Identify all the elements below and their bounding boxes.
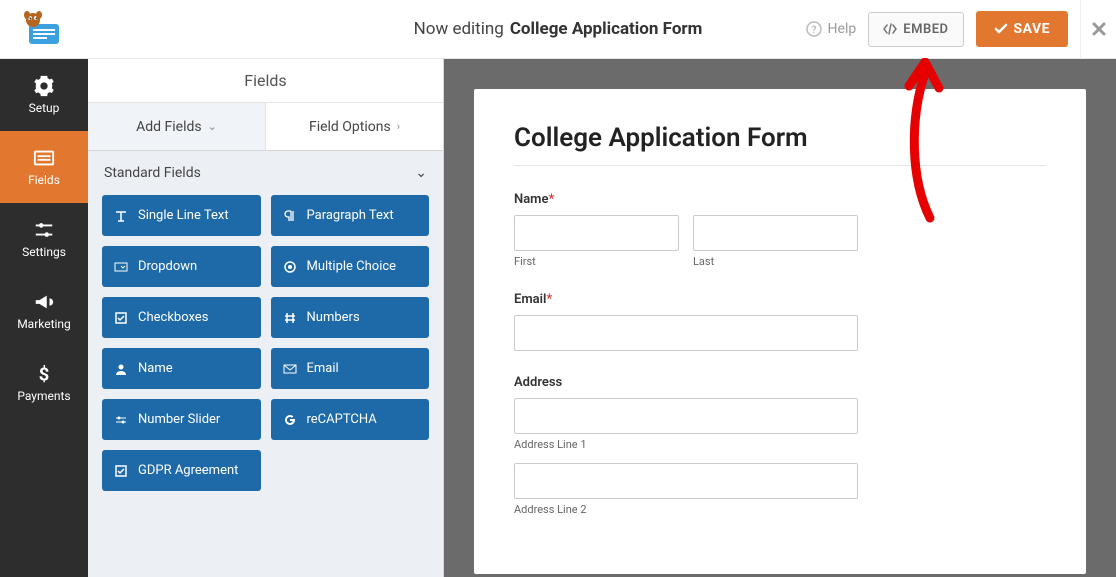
help-icon: ? — [806, 21, 822, 37]
addr1-sublabel: Address Line 1 — [514, 438, 858, 451]
main-sidebar: Setup Fields Settings Marketing $ Paymen… — [0, 59, 88, 577]
address-label: Address — [514, 375, 1046, 390]
slider-icon — [114, 413, 128, 427]
name-label: Name* — [514, 192, 1046, 207]
field-multiple-choice[interactable]: Multiple Choice — [271, 246, 430, 287]
gear-icon — [33, 75, 55, 97]
field-dropdown[interactable]: Dropdown — [102, 246, 261, 287]
dropdown-icon — [114, 260, 128, 274]
tab-add-fields[interactable]: Add Fields ⌄ — [88, 103, 266, 150]
checkbox-icon — [114, 311, 128, 325]
address-line2-input[interactable] — [514, 463, 858, 499]
envelope-icon — [283, 362, 297, 376]
form-lines-icon — [33, 147, 55, 169]
email-field-block[interactable]: Email* — [514, 292, 1046, 351]
chevron-right-icon: › — [397, 120, 400, 133]
tab-field-options[interactable]: Field Options › — [266, 103, 443, 150]
sidebar-item-settings[interactable]: Settings — [0, 203, 88, 275]
addr2-sublabel: Address Line 2 — [514, 503, 858, 516]
field-email[interactable]: Email — [271, 348, 430, 389]
panel-tabs: Add Fields ⌄ Field Options › — [88, 103, 443, 151]
address-line1-input[interactable] — [514, 398, 858, 434]
form-preview-title: College Application Form — [514, 123, 1046, 153]
first-sublabel: First — [514, 255, 679, 268]
email-input[interactable] — [514, 315, 858, 351]
sliders-icon — [33, 219, 55, 241]
field-single-line-text[interactable]: Single Line Text — [102, 195, 261, 236]
check-square-icon — [114, 464, 128, 478]
close-icon — [1091, 21, 1107, 37]
dollar-icon: $ — [33, 363, 55, 385]
last-name-input[interactable] — [693, 215, 858, 251]
close-button[interactable] — [1080, 0, 1116, 59]
page-title: Now editing College Application Form — [414, 19, 703, 39]
name-field-block[interactable]: Name* First Last — [514, 192, 1046, 268]
embed-button[interactable]: EMBED — [868, 12, 963, 47]
google-g-icon — [283, 413, 297, 427]
sidebar-item-fields[interactable]: Fields — [0, 131, 88, 203]
field-number-slider[interactable]: Number Slider — [102, 399, 261, 440]
panel-title: Fields — [88, 59, 443, 103]
form-canvas: College Application Form Name* First Las… — [444, 59, 1116, 577]
standard-fields-group[interactable]: Standard Fields ⌄ — [88, 151, 443, 195]
radio-icon — [283, 260, 297, 274]
first-name-input[interactable] — [514, 215, 679, 251]
sidebar-item-payments[interactable]: $ Payments — [0, 347, 88, 419]
field-gdpr[interactable]: GDPR Agreement — [102, 450, 261, 491]
check-icon — [994, 22, 1008, 36]
field-numbers[interactable]: Numbers — [271, 297, 430, 338]
user-icon — [114, 362, 128, 376]
paragraph-icon — [283, 209, 297, 223]
svg-text:?: ? — [811, 25, 816, 36]
bullhorn-icon — [33, 291, 55, 313]
hash-icon — [283, 311, 297, 325]
address-field-block[interactable]: Address Address Line 1 Address Line 2 — [514, 375, 1046, 516]
chevron-down-icon: ⌄ — [208, 120, 217, 133]
field-paragraph-text[interactable]: Paragraph Text — [271, 195, 430, 236]
app-logo — [0, 10, 88, 48]
email-label: Email* — [514, 292, 1046, 307]
fields-panel: Fields Add Fields ⌄ Field Options › Stan… — [88, 59, 444, 577]
editing-prefix: Now editing — [414, 19, 504, 39]
chevron-down-icon: ⌄ — [415, 165, 427, 181]
field-name[interactable]: Name — [102, 348, 261, 389]
code-icon — [883, 22, 897, 36]
help-link[interactable]: ? Help — [806, 21, 857, 37]
last-sublabel: Last — [693, 255, 858, 268]
field-recaptcha[interactable]: reCAPTCHA — [271, 399, 430, 440]
field-checkboxes[interactable]: Checkboxes — [102, 297, 261, 338]
form-name: College Application Form — [510, 19, 703, 39]
app-header: Now editing College Application Form ? H… — [0, 0, 1116, 59]
sidebar-item-marketing[interactable]: Marketing — [0, 275, 88, 347]
sidebar-item-setup[interactable]: Setup — [0, 59, 88, 131]
form-preview: College Application Form Name* First Las… — [474, 89, 1086, 574]
text-icon — [114, 209, 128, 223]
svg-text:$: $ — [39, 364, 50, 385]
save-button[interactable]: SAVE — [976, 11, 1069, 47]
divider — [514, 165, 1046, 166]
